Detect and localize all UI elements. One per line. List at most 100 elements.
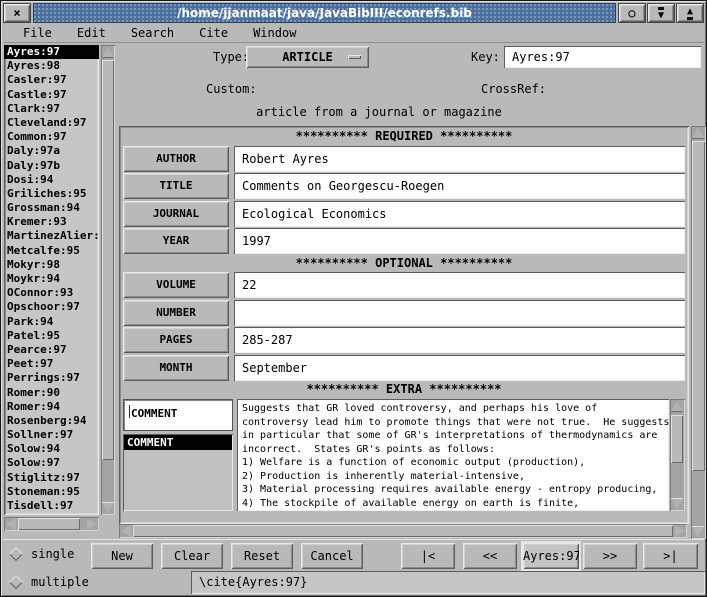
list-item[interactable]: Ayres:98 <box>4 59 99 73</box>
sidebar-vscroll-up-icon[interactable] <box>102 47 114 57</box>
type-option-menu[interactable]: ARTICLE <box>246 46 369 68</box>
month-field-button[interactable]: MONTH <box>123 355 229 381</box>
mode-multiple-radio[interactable]: multiple <box>11 575 89 589</box>
sidebar-hscroll-left-icon[interactable] <box>6 518 16 530</box>
volume-input[interactable] <box>234 272 685 298</box>
main-vscroll-down-icon[interactable] <box>692 527 704 537</box>
number-field-button[interactable]: NUMBER <box>123 300 229 326</box>
list-item[interactable]: Romer:94 <box>4 400 99 414</box>
list-item[interactable]: Opschoor:97 <box>4 300 99 314</box>
field-row-volume: VOLUME <box>123 272 685 298</box>
extra-list-item[interactable]: COMMENT <box>124 435 232 450</box>
mode-single-radio[interactable]: single <box>11 547 74 561</box>
list-item[interactable]: Metcalfe:95 <box>4 244 99 258</box>
list-item[interactable]: Dosi:94 <box>4 173 99 187</box>
list-item[interactable]: Casler:97 <box>4 73 99 87</box>
title-field-button[interactable]: TITLE <box>123 173 229 199</box>
month-input[interactable] <box>234 355 685 381</box>
list-item[interactable]: Moykr:94 <box>4 272 99 286</box>
journal-field-button[interactable]: JOURNAL <box>123 201 229 227</box>
list-item[interactable]: Peet:97 <box>4 357 99 371</box>
window-title[interactable]: /home/jjanmaat/java/JavaBibIII/econrefs.… <box>33 3 616 23</box>
list-item[interactable]: Tisdell:97 <box>4 499 99 513</box>
list-item[interactable]: Stoneman:95 <box>4 485 99 499</box>
reset-button[interactable]: Reset <box>231 543 293 569</box>
maximize-icon[interactable]: ▲ <box>676 3 704 23</box>
volume-field-button[interactable]: VOLUME <box>123 272 229 298</box>
list-item[interactable]: Romer:90 <box>4 386 99 400</box>
field-row-number: NUMBER <box>123 300 685 326</box>
app-window: × /home/jjanmaat/java/JavaBibIII/econref… <box>0 0 707 597</box>
list-item[interactable]: Perrings:97 <box>4 371 99 385</box>
list-item[interactable]: Stiglitz:97 <box>4 471 99 485</box>
list-item[interactable]: Pearce:97 <box>4 343 99 357</box>
pages-field-button[interactable]: PAGES <box>123 327 229 353</box>
sidebar-hscroll-right-icon[interactable] <box>87 518 97 530</box>
list-item[interactable]: Ayres:97 <box>4 45 99 59</box>
list-item[interactable]: Cleveland:97 <box>4 116 99 130</box>
comment-textarea[interactable] <box>237 399 669 511</box>
number-input[interactable] <box>234 300 685 326</box>
list-item[interactable]: OConnor:93 <box>4 286 99 300</box>
mode-single-label: single <box>31 547 74 561</box>
author-input[interactable] <box>234 146 685 172</box>
journal-input[interactable] <box>234 201 685 227</box>
field-row-journal: JOURNAL <box>123 201 685 227</box>
field-row-title: TITLE <box>123 173 685 199</box>
main-hscroll-left-icon[interactable] <box>121 525 131 537</box>
menu-file[interactable]: File <box>19 25 56 41</box>
required-section-header: ********** REQUIRED ********** <box>123 129 685 144</box>
lower-window-icon[interactable]: ▼ <box>647 3 675 23</box>
main-hscroll-right-icon[interactable] <box>675 525 685 537</box>
list-item[interactable]: MartinezAlier:97 <box>4 229 99 243</box>
list-item[interactable]: Griliches:95 <box>4 187 99 201</box>
list-item[interactable]: Solow:94 <box>4 442 99 456</box>
list-item[interactable]: Sollner:97 <box>4 428 99 442</box>
menu-cite[interactable]: Cite <box>195 25 232 41</box>
key-input[interactable] <box>504 46 701 68</box>
iconify-icon[interactable]: ○ <box>618 3 646 23</box>
sidebar-vscroll-down-icon[interactable] <box>102 503 114 513</box>
nav-current-entry-button[interactable]: Ayres:97 <box>523 543 579 569</box>
list-item[interactable]: Daly:97b <box>4 159 99 173</box>
menu-edit[interactable]: Edit <box>73 25 110 41</box>
pages-input[interactable] <box>234 327 685 353</box>
list-item[interactable]: Solow:97 <box>4 456 99 470</box>
new-button[interactable]: New <box>91 543 153 569</box>
title-input[interactable] <box>234 173 685 199</box>
nav-prev-button[interactable]: << <box>463 543 517 569</box>
extra-field-input[interactable]: COMMENT <box>124 400 232 430</box>
list-item[interactable]: Rosenberg:94 <box>4 414 99 428</box>
list-item[interactable]: Grossman:94 <box>4 201 99 215</box>
nav-first-button[interactable]: |< <box>401 543 455 569</box>
cancel-button[interactable]: Cancel <box>301 543 363 569</box>
author-field-button[interactable]: AUTHOR <box>123 146 229 172</box>
comment-vscroll-thumb[interactable] <box>671 415 683 463</box>
list-item[interactable]: Common:97 <box>4 130 99 144</box>
sidebar-hscroll-thumb[interactable] <box>18 518 80 530</box>
comment-vscroll-down-icon[interactable] <box>671 499 683 509</box>
list-item[interactable]: Patel:95 <box>4 329 99 343</box>
list-item[interactable]: Kremer:93 <box>4 215 99 229</box>
list-item[interactable]: Clark:97 <box>4 102 99 116</box>
close-icon[interactable]: × <box>3 3 31 23</box>
list-item[interactable]: Mokyr:98 <box>4 258 99 272</box>
main-vscroll-thumb[interactable] <box>692 141 705 471</box>
year-input[interactable] <box>234 228 685 254</box>
custom-label: Custom: <box>206 82 257 96</box>
clear-button[interactable]: Clear <box>161 543 223 569</box>
menu-window[interactable]: Window <box>249 25 300 41</box>
menu-search[interactable]: Search <box>127 25 178 41</box>
sidebar-vscroll-thumb[interactable] <box>102 60 114 460</box>
nav-next-button[interactable]: >> <box>583 543 637 569</box>
list-item[interactable]: Park:94 <box>4 315 99 329</box>
cite-command-field[interactable]: \cite{Ayres:97} <box>191 571 705 594</box>
nav-last-button[interactable]: >| <box>643 543 698 569</box>
main-hscroll-thumb[interactable] <box>133 525 673 537</box>
footer-bar: single multiple New Clear Reset Cancel |… <box>3 539 704 594</box>
list-item[interactable]: Daly:97a <box>4 144 99 158</box>
comment-vscroll-up-icon[interactable] <box>671 401 683 411</box>
year-field-button[interactable]: YEAR <box>123 228 229 254</box>
main-vscroll-up-icon[interactable] <box>692 128 704 138</box>
list-item[interactable]: Castle:97 <box>4 88 99 102</box>
